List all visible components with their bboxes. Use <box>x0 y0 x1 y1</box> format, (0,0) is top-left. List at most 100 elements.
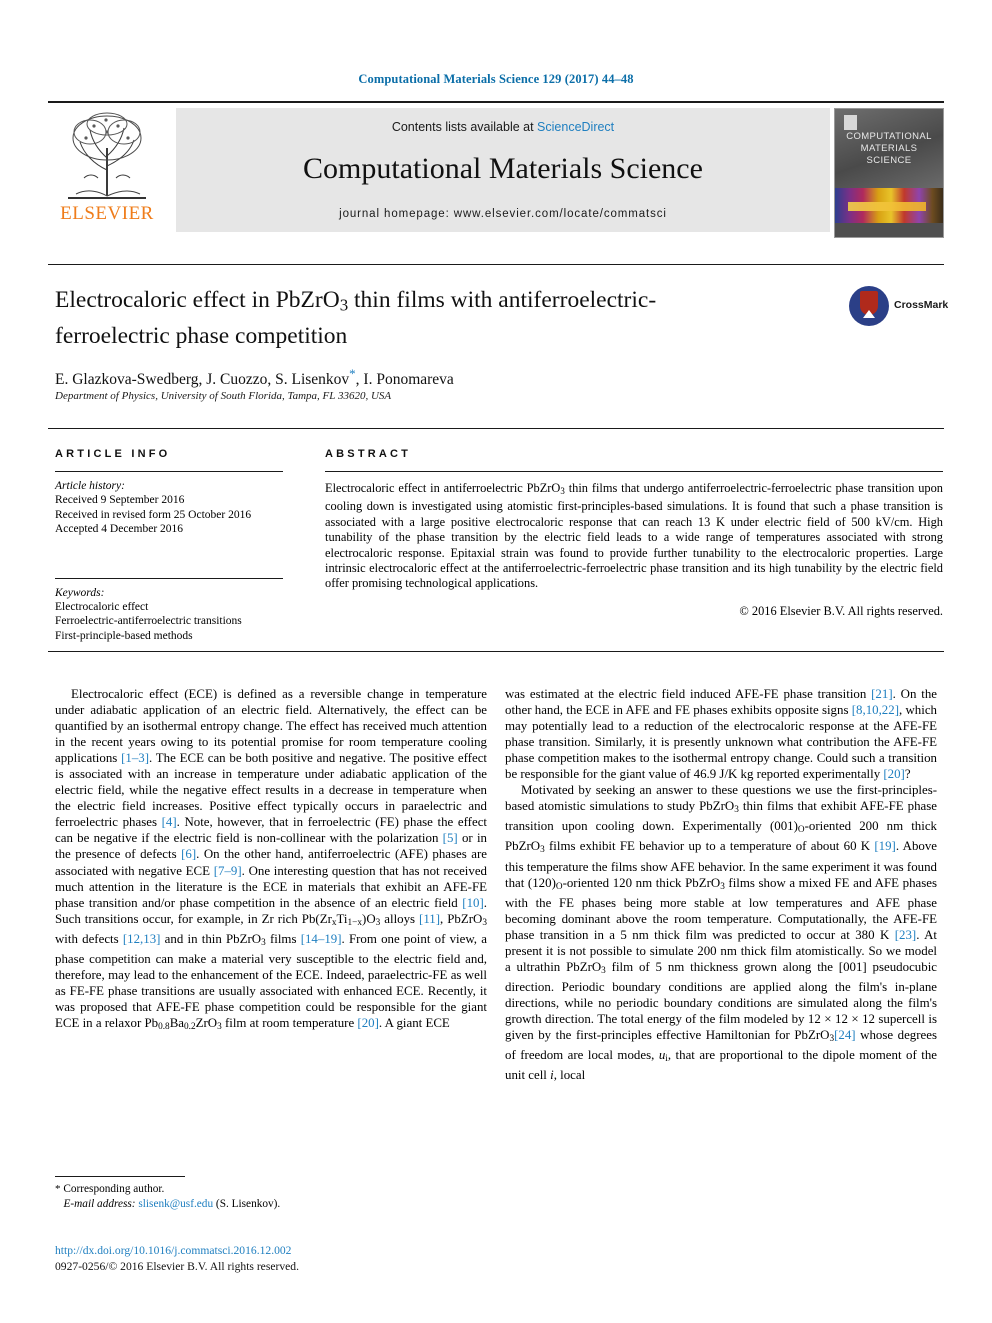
article-first-page: Computational Materials Science 129 (201… <box>0 0 992 1323</box>
article-history-received: Received 9 September 2016 <box>55 494 185 506</box>
text-run: was estimated at the electric field indu… <box>505 687 872 701</box>
keyword-item: Ferroelectric-antiferroelectric transiti… <box>55 615 242 627</box>
title-divider <box>48 264 944 265</box>
email-owner: (S. Lisenkov). <box>213 1197 281 1210</box>
author-affiliation: Department of Physics, University of Sou… <box>55 390 392 402</box>
cover-title-text: COMPUTATIONAL MATERIALS SCIENCE <box>835 131 943 167</box>
text-run: films exhibit FE behavior up to a temper… <box>544 839 875 854</box>
article-history-revised: Received in revised form 25 October 2016 <box>55 508 252 521</box>
text-run: , PbZrO <box>440 911 483 926</box>
journal-title: Computational Materials Science <box>303 152 703 185</box>
citation-link[interactable]: [20] <box>883 767 904 781</box>
text-run: -oriented 120 nm thick PbZrO <box>562 875 721 890</box>
keyword-item: First-principle-based methods <box>55 629 193 642</box>
journal-homepage[interactable]: journal homepage: www.elsevier.com/locat… <box>176 208 830 220</box>
footnote-block: * Corresponding author. E-mail address: … <box>55 1182 475 1211</box>
abstract-part-2: thin films that undergo antiferroelectri… <box>325 481 943 591</box>
citation-link[interactable]: [5] <box>443 831 458 845</box>
author-list: E. Glazkova-Swedberg, J. Cuozzo, S. Lise… <box>55 366 855 389</box>
journal-cover-thumbnail: COMPUTATIONAL MATERIALS SCIENCE <box>834 108 944 238</box>
title-segment-1: Electrocaloric effect in PbZrO <box>55 287 340 313</box>
subscript: 0.2 <box>184 1022 196 1033</box>
cover-bottom-band <box>835 223 943 237</box>
cover-title-line-1: COMPUTATIONAL <box>846 131 932 142</box>
email-link[interactable]: slisenk@usf.edu <box>138 1198 213 1210</box>
subscript: O <box>797 825 805 836</box>
cover-title-line-2: MATERIALS <box>860 143 918 154</box>
article-history-label: Article history: <box>55 480 125 492</box>
citation-link[interactable]: [4] <box>162 815 177 829</box>
paragraph: Motivated by seeking an answer to these … <box>505 782 937 1083</box>
text-run: film at room temperature <box>221 1016 358 1030</box>
email-note: E-mail address: slisenk@usf.edu (S. Lise… <box>55 1197 475 1212</box>
authors-names: E. Glazkova-Swedberg, J. Cuozzo, S. Lise… <box>55 371 350 389</box>
article-info-rule <box>55 471 283 472</box>
crossmark-badge-group[interactable]: CrossMark <box>849 286 948 328</box>
subscript: 3 <box>482 917 487 928</box>
article-info-column: ARTICLE INFO Article history: Received 9… <box>55 448 305 643</box>
article-info-spacer <box>55 537 305 567</box>
text-run: and in thin PbZrO <box>160 931 262 946</box>
paragraph: was estimated at the electric field indu… <box>505 686 937 782</box>
citation-link[interactable]: [12,13] <box>123 932 161 946</box>
citation-link[interactable]: [7–9] <box>214 864 242 878</box>
contents-prefix: Contents lists available at <box>391 120 538 134</box>
abstract-copyright: © 2016 Elsevier B.V. All rights reserved… <box>739 603 943 618</box>
citation-link[interactable]: [20] <box>357 1016 378 1030</box>
citation-link[interactable]: [11] <box>419 912 440 926</box>
abstract-bottom-divider <box>48 651 944 652</box>
cover-artwork <box>835 188 943 223</box>
keywords-rule <box>55 577 283 579</box>
text-run: Ti <box>336 911 348 926</box>
issn-copyright-line: 0927-0256/© 2016 Elsevier B.V. All right… <box>55 1260 299 1273</box>
elsevier-tree-icon <box>68 112 146 199</box>
title-segment-3: ferroelectric phase competition <box>55 322 348 349</box>
text-run: ZrO <box>195 1016 218 1030</box>
citation-link[interactable]: [8,10,22] <box>852 703 899 717</box>
text-run: Ba <box>169 1016 185 1030</box>
abstract-part-1: Electrocaloric effect in antiferroelectr… <box>325 481 561 495</box>
text-run: ? <box>904 767 911 782</box>
keywords-label: Keywords: <box>55 586 105 599</box>
email-label: E-mail address: <box>63 1197 136 1210</box>
crossmark-label: CrossMark <box>894 299 949 311</box>
text-run: . A giant ECE <box>378 1016 450 1030</box>
sciencedirect-link[interactable]: ScienceDirect <box>537 120 614 134</box>
crossmark-icon <box>849 286 889 326</box>
text-run: alloys <box>380 911 420 926</box>
citation-link[interactable]: [10] <box>462 896 483 910</box>
citation-link[interactable]: [14–19] <box>301 932 342 946</box>
elsevier-logo: ELSEVIER <box>48 108 166 232</box>
elsevier-wordmark: ELSEVIER <box>60 203 154 224</box>
title-segment-2: thin films with antiferroelectric- <box>348 287 657 313</box>
keyword-item: Electrocaloric effect <box>55 600 149 613</box>
doi-link[interactable]: http://dx.doi.org/10.1016/j.commatsci.20… <box>55 1244 291 1257</box>
body-column-right: was estimated at the electric field indu… <box>505 686 937 1083</box>
article-history-accepted: Accepted 4 December 2016 <box>55 523 184 535</box>
citation-link[interactable]: [19] <box>874 839 895 853</box>
contents-available-line: Contents lists available at ScienceDirec… <box>176 108 830 134</box>
abstract-text: Electrocaloric effect in antiferroelectr… <box>325 481 943 592</box>
footnote-divider <box>55 1176 185 1177</box>
corresponding-author-note: * Corresponding author. <box>55 1182 475 1197</box>
abstract-heading: ABSTRACT <box>325 448 412 460</box>
text-run: films <box>265 931 301 946</box>
citation-link[interactable]: [21] <box>871 687 892 701</box>
text-run: )O <box>362 911 376 926</box>
article-info-heading: ARTICLE INFO <box>55 448 171 460</box>
cover-elsevier-icon <box>844 115 857 130</box>
subscript: O <box>555 881 563 892</box>
citation-link[interactable]: [23] <box>895 928 916 942</box>
abstract-column: ABSTRACT Electrocaloric effect in antife… <box>325 448 943 619</box>
subscript: 1−x <box>347 917 363 928</box>
text-run: with defects <box>55 931 123 946</box>
body-column-left: Electrocaloric effect (ECE) is defined a… <box>55 686 487 1035</box>
paragraph: Electrocaloric effect (ECE) is defined a… <box>55 686 487 1035</box>
authors-names-tail: , I. Ponomareva <box>355 371 454 389</box>
subscript: 0.8 <box>158 1022 170 1033</box>
citation-link[interactable]: [6] <box>181 847 196 861</box>
journal-masthead: ELSEVIER Contents lists available at Sci… <box>48 101 944 238</box>
citation-link[interactable]: [1–3] <box>121 751 149 765</box>
cover-title-line-3: SCIENCE <box>866 155 912 166</box>
citation-link[interactable]: [24] <box>834 1028 855 1042</box>
